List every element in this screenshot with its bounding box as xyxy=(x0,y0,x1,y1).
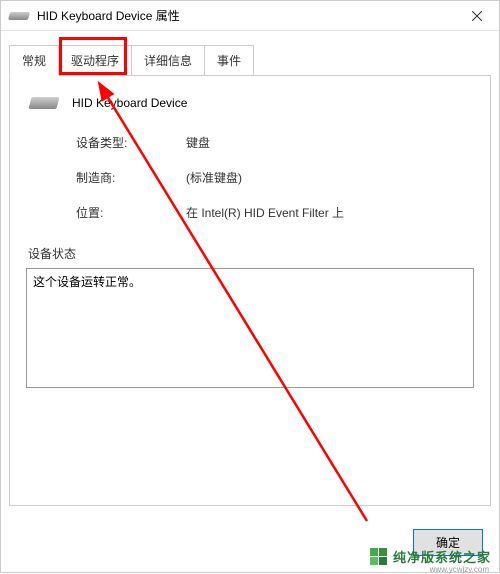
device-name: HID Keyboard Device xyxy=(72,96,187,110)
manufacturer-label: 制造商: xyxy=(76,169,186,186)
status-textbox[interactable]: 这个设备运转正常。 xyxy=(26,268,474,388)
tab-bar: 常规 驱动程序 详细信息 事件 xyxy=(9,45,491,76)
location-label: 位置: xyxy=(76,204,186,221)
watermark-logo-icon xyxy=(370,548,387,565)
info-row-location: 位置: 在 Intel(R) HID Event Filter 上 xyxy=(76,204,474,221)
tab-driver[interactable]: 驱动程序 xyxy=(58,45,132,75)
content-area: 常规 驱动程序 详细信息 事件 HID Keyboard Device 设备类型… xyxy=(1,31,499,522)
type-label: 设备类型: xyxy=(76,134,186,151)
watermark-text: 纯净版系统之家 xyxy=(393,547,491,566)
tab-general[interactable]: 常规 xyxy=(9,45,59,76)
tab-events[interactable]: 事件 xyxy=(204,45,254,75)
keyboard-icon xyxy=(28,97,59,109)
watermark: 纯净版系统之家 xyxy=(370,547,491,566)
close-button[interactable] xyxy=(454,1,499,31)
info-row-manufacturer: 制造商: (标准键盘) xyxy=(76,169,474,186)
tab-details[interactable]: 详细信息 xyxy=(131,45,205,75)
info-row-type: 设备类型: 键盘 xyxy=(76,134,474,151)
keyboard-title-icon xyxy=(8,12,30,20)
device-header: HID Keyboard Device xyxy=(26,96,474,110)
device-info-table: 设备类型: 键盘 制造商: (标准键盘) 位置: 在 Intel(R) HID … xyxy=(76,134,474,221)
type-value: 键盘 xyxy=(186,134,210,151)
location-value: 在 Intel(R) HID Event Filter 上 xyxy=(186,204,344,221)
status-label: 设备状态 xyxy=(28,245,474,262)
tab-content-general: HID Keyboard Device 设备类型: 键盘 制造商: (标准键盘)… xyxy=(9,76,491,506)
titlebar: HID Keyboard Device 属性 xyxy=(1,1,499,31)
status-section: 设备状态 这个设备运转正常。 xyxy=(26,245,474,391)
properties-dialog: HID Keyboard Device 属性 常规 驱动程序 详细信息 事件 H… xyxy=(0,0,500,573)
manufacturer-value: (标准键盘) xyxy=(186,169,242,186)
window-title: HID Keyboard Device 属性 xyxy=(37,7,491,24)
close-icon xyxy=(472,11,482,21)
